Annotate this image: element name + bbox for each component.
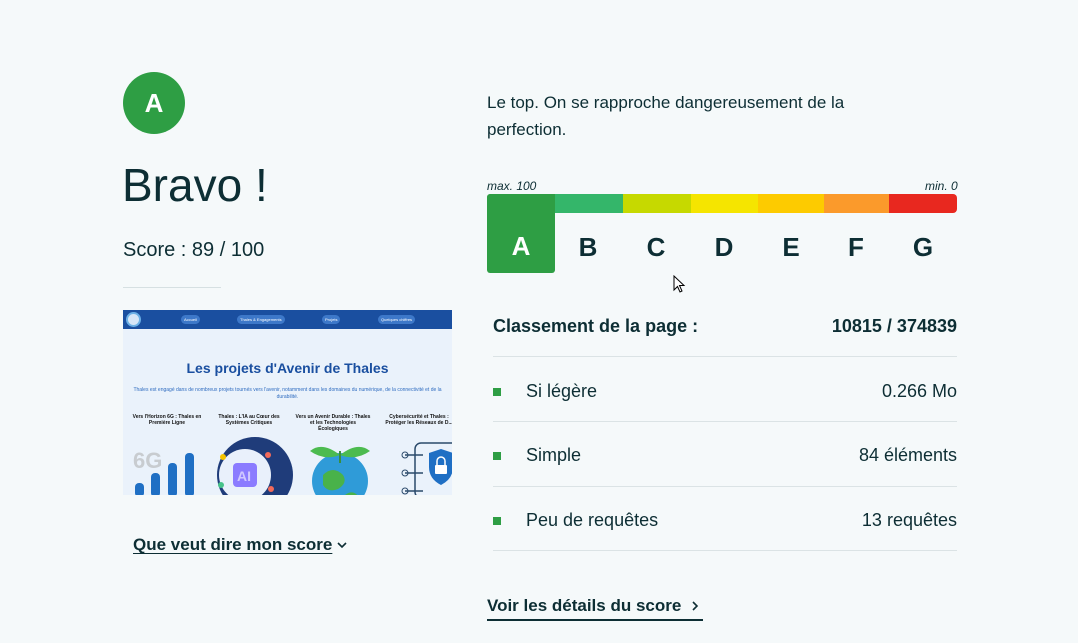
grade-letter-c: C [646, 232, 666, 262]
score-meaning-link[interactable]: Que veut dire mon score [133, 535, 332, 555]
metric-label-requests: Peu de requêtes [526, 510, 659, 530]
metric-bullet [493, 452, 501, 460]
row-divider [493, 421, 957, 422]
grade-badge: A [123, 72, 185, 134]
grade-segment [824, 194, 889, 213]
mouse-cursor-icon [673, 275, 686, 293]
grade-scale-bar [487, 194, 957, 213]
earth-plant-icon [310, 446, 370, 495]
metric-bullet [493, 517, 501, 525]
grade-segment [691, 194, 758, 213]
metric-label-weight: Si légère [526, 381, 598, 401]
grade-letter-d: D [714, 232, 734, 262]
grade-segment [555, 194, 623, 213]
thumbnail-navbar: Accueil Thales & Engagements Projets Que… [123, 310, 452, 329]
thumbnail-logo [126, 312, 141, 327]
thumbnail-card-title: Vers un Avenir Durable : Thales et les T… [295, 414, 371, 432]
svg-text:6G: 6G [133, 448, 162, 473]
grade-letter-g: G [912, 232, 934, 262]
grade-segment [758, 194, 824, 213]
thumbnail-subtitle: Thales est engagé dans de nombreux proje… [133, 387, 442, 400]
chevron-down-icon[interactable] [336, 539, 348, 551]
row-divider [493, 550, 957, 551]
grade-letter-b: B [578, 232, 598, 262]
metric-value-requests: 13 requêtes [861, 510, 957, 530]
thumbnail-nav-item: Quelques chiffres [378, 315, 416, 324]
thumbnail-title: Les projets d'Avenir de Thales [186, 360, 389, 376]
chevron-right-icon[interactable] [689, 600, 701, 612]
grade-letter-f: F [848, 232, 864, 262]
thumbnail-nav-item: Projets [322, 315, 341, 324]
headline: Bravo ! [122, 159, 268, 211]
divider [123, 287, 221, 288]
metric-label-elements: Simple [526, 445, 582, 465]
thumbnail-card-title: Vers l'Horizon 6G : Thales en Première L… [132, 414, 202, 426]
metric-value-elements: 84 éléments [858, 445, 957, 465]
grade-segment [623, 194, 691, 213]
grade-description: Le top. On se rapproche dangereusement d… [487, 93, 845, 139]
thumbnail-illustrations: 6G AI [133, 437, 452, 495]
metric-value-weight: 0.266 Mo [881, 381, 957, 401]
row-divider [493, 486, 957, 487]
shield-lock-icon [401, 442, 452, 495]
active-grade: A [487, 194, 555, 273]
ranking-value: 10815 / 374839 [831, 316, 957, 336]
thumbnail-card-title: Cybersécurité et Thales : Protéger les R… [385, 414, 452, 426]
thumbnail-card-title: Thales : L'IA au Cœur des Systèmes Criti… [218, 414, 280, 426]
grade-segment [889, 194, 957, 213]
thumbnail-nav-item: Accueil [181, 315, 200, 324]
thumbnail-nav-item: Thales & Engagements [237, 315, 285, 324]
page-thumbnail: Accueil Thales & Engagements Projets Que… [123, 310, 452, 495]
metric-bullet [493, 388, 501, 396]
signal-bars-icon: 6G [133, 448, 194, 495]
score-details-underline [487, 619, 703, 621]
row-divider [493, 356, 957, 357]
ai-brain-icon: AI [217, 437, 293, 495]
scale-max-label: max. 100 [487, 179, 537, 193]
score-details-link[interactable]: Voir les détails du score [487, 596, 681, 616]
scale-min-label: min. 0 [925, 179, 958, 193]
score-text: Score : 89 / 100 [123, 239, 265, 261]
grade-letter-e: E [782, 232, 800, 262]
svg-text:AI: AI [237, 468, 251, 484]
ranking-label: Classement de la page : [493, 316, 699, 336]
